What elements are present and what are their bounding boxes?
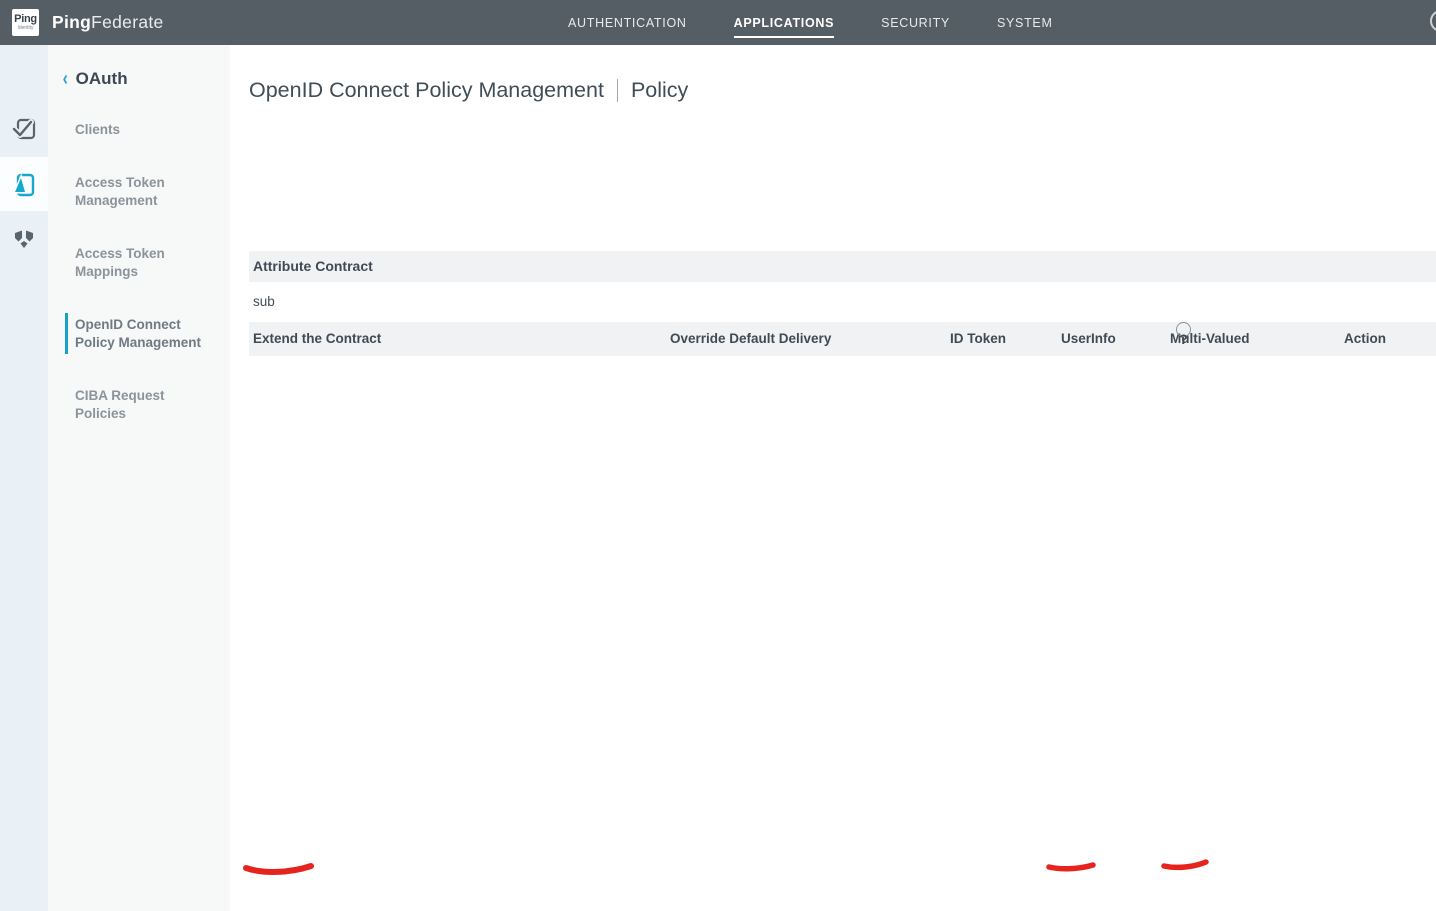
main-content: OpenID Connect Policy Management Policy … — [230, 45, 1436, 911]
title-separator — [617, 79, 618, 102]
logo-text: Ping — [14, 14, 37, 25]
app-title: PingFederate — [52, 0, 164, 45]
header-action: Action — [1344, 322, 1386, 356]
top-nav-item[interactable]: AUTHENTICATION — [568, 16, 687, 30]
module-icon-rail — [0, 45, 48, 911]
help-icon[interactable] — [1430, 10, 1436, 32]
header-userinfo: UserInfo — [1061, 322, 1116, 356]
chevron-left-icon: ‹ — [63, 69, 68, 89]
header-id-token: ID Token — [950, 322, 1006, 356]
sidebar-item[interactable]: OpenID Connect Policy Management — [48, 316, 230, 352]
sidebar-item[interactable]: Clients — [48, 121, 230, 139]
sidebar-items: Clients Access Token Management Access Tok… — [48, 121, 230, 458]
attribute-contract-header: Attribute Contract — [249, 251, 1436, 282]
multi-valued-help-icon[interactable]: ? — [1176, 322, 1191, 337]
page-title: OpenID Connect Policy Management Policy — [249, 78, 688, 103]
top-navbar: Ping Identity PingFederate AUTHENTICATIO… — [0, 0, 1436, 45]
app-title-light: Federate — [91, 12, 163, 33]
logo-subtext: Identity — [17, 25, 33, 31]
top-nav-item[interactable]: SECURITY — [881, 16, 950, 30]
header-extend-contract: Extend the Contract — [253, 322, 381, 356]
top-nav-item[interactable]: SYSTEM — [997, 16, 1053, 30]
applications-icon[interactable] — [11, 172, 37, 198]
sidebar-item[interactable]: Access Token Mappings — [48, 245, 230, 281]
core-attribute-sub: sub — [249, 282, 1436, 322]
sidebar-item[interactable]: CIBA Request Policies — [48, 387, 230, 423]
sidebar-back-oauth[interactable]: ‹ OAuth — [62, 69, 128, 89]
top-nav-item[interactable]: APPLICATIONS — [734, 16, 835, 30]
sidebar-section-title: OAuth — [76, 69, 128, 89]
authentication-check-icon[interactable] — [11, 116, 37, 142]
page-title-sub: Policy — [631, 78, 688, 103]
oauth-sidebar: ‹ OAuth Clients Access Token Management Ac… — [48, 45, 230, 911]
page-title-main: OpenID Connect Policy Management — [249, 78, 604, 103]
app-title-bold: Ping — [52, 12, 91, 33]
ping-identity-logo[interactable]: Ping Identity — [12, 9, 39, 36]
table-header-row: Extend the Contract Override Default Del… — [249, 322, 1436, 356]
security-flags-icon[interactable] — [11, 226, 37, 252]
top-nav-menu: AUTHENTICATION APPLICATIONS SECURITY SYSTEM — [568, 0, 1053, 45]
sidebar-item[interactable]: Access Token Management — [48, 174, 230, 210]
header-override-delivery: Override Default Delivery — [670, 322, 831, 356]
